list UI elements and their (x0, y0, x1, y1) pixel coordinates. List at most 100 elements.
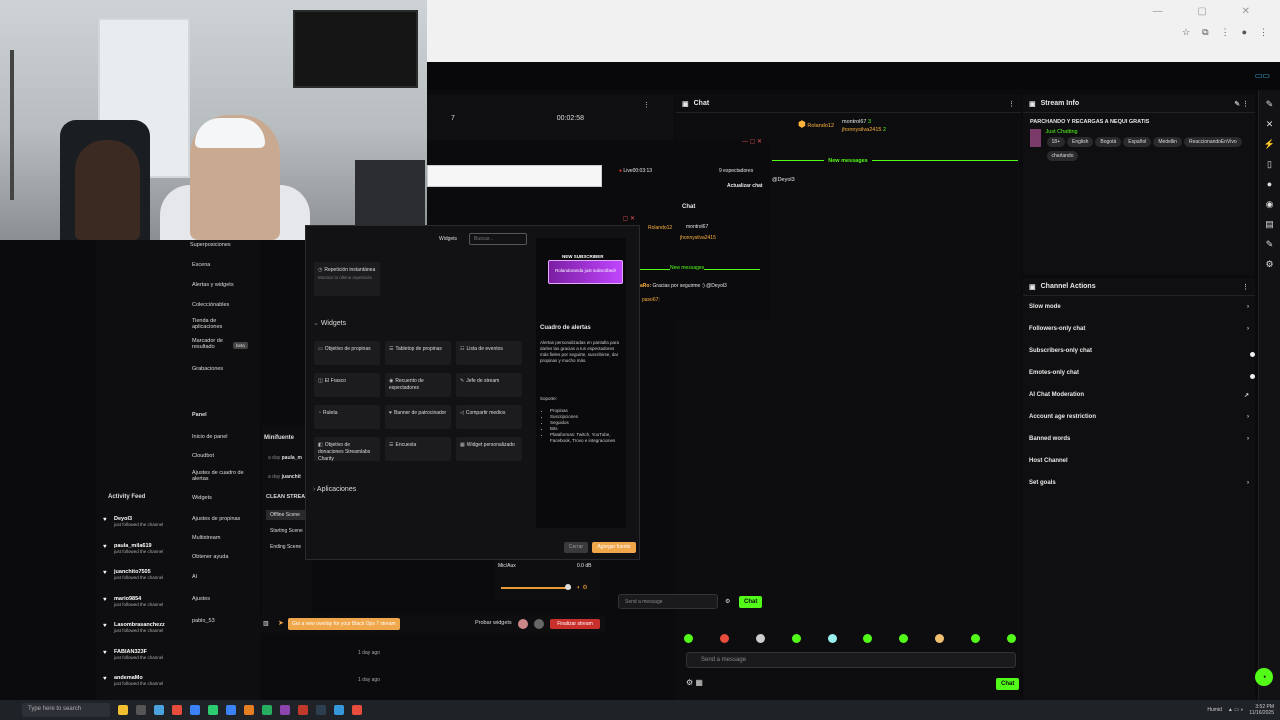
widget-item[interactable]: ◉ Recuento de espectadores (385, 373, 451, 397)
channel-action-row[interactable]: Subscribers-only chat (1023, 340, 1255, 362)
emote-icon[interactable] (899, 634, 909, 643)
chat-send-button[interactable]: Chat (996, 678, 1020, 690)
activity-item[interactable]: ♥ andemaMo just followed the channel (103, 675, 163, 686)
taskbar-app-icon[interactable] (172, 705, 182, 715)
test-widgets-button[interactable]: Probar widgets (475, 620, 512, 626)
tag[interactable]: English (1067, 137, 1094, 147)
emote-icon[interactable] (1006, 634, 1016, 643)
chat-menu-icon[interactable]: ⋮ (1008, 100, 1015, 108)
tag[interactable]: ReaccionandoEnVivo (1183, 137, 1242, 147)
widget-item[interactable]: ◔ Ruleta (314, 405, 380, 429)
channel-action-row[interactable]: AI Chat Moderation ↗ (1023, 384, 1255, 406)
apps-section-title[interactable]: › Aplicaciones (313, 486, 356, 493)
taskbar-app-icon[interactable] (208, 705, 218, 715)
external-link-icon[interactable]: ↗ (1244, 392, 1249, 399)
tag[interactable]: charlando (1046, 151, 1079, 161)
widget-item[interactable]: ♥ Banner de patrocinador (385, 405, 451, 429)
chevron-right-icon[interactable]: › (1247, 414, 1249, 420)
nav-inicio-panel[interactable]: Inicio de panel (192, 434, 227, 440)
taskbar-app-icon[interactable] (136, 705, 146, 715)
close-icon[interactable]: ✕ (1264, 118, 1276, 130)
chevron-right-icon[interactable]: › (1247, 304, 1249, 310)
activity-item[interactable]: ♥ Deyol3 just followed the channel (103, 516, 163, 527)
widget-item[interactable]: ◧ Objetivo de donaciones Streamlabs Chari… (314, 437, 380, 462)
taskbar-app-icon[interactable] (154, 705, 164, 715)
chat-user[interactable]: Rolando12 (807, 123, 834, 129)
taskbar-app-icon[interactable] (262, 705, 272, 715)
nav-ayuda[interactable]: Obtener ayuda (192, 554, 228, 560)
nav-widgets[interactable]: Widgets (192, 495, 212, 501)
mini-window-controls[interactable]: — ▢ ✕ (742, 138, 762, 145)
emote-icon[interactable] (719, 634, 729, 643)
nav-multistream[interactable]: Multistream (192, 535, 220, 541)
stats-menu-icon[interactable]: ⋮ (643, 101, 650, 109)
nav-alertas[interactable]: Alertas y widgets (192, 282, 234, 288)
modal-tab-widgets[interactable]: Widgets (439, 236, 457, 242)
tool-icon[interactable]: ✎ (1264, 238, 1276, 250)
taskbar-app-icon[interactable] (118, 705, 128, 715)
modal-search-input[interactable]: Buscar... (469, 233, 527, 245)
mini-chat-user[interactable]: montrol67 (686, 224, 708, 230)
channel-action-row[interactable]: Set goals › (1023, 472, 1255, 494)
nav-marcador[interactable]: Marcador de resultado (192, 338, 232, 350)
channel-action-row[interactable]: Banned words › (1023, 428, 1255, 450)
channel-action-row[interactable]: Host Channel (1023, 450, 1255, 472)
nav-escena[interactable]: Escena (192, 262, 210, 268)
screen-icon[interactable]: ▤ (1264, 218, 1276, 230)
profile-icon[interactable]: ● (1242, 27, 1247, 38)
widget-item[interactable]: ▦ Widget personalizado (456, 437, 522, 461)
bottom-tools-icon[interactable]: ▥ (263, 620, 269, 627)
window-controls[interactable]: — ▢ ✕ (1153, 6, 1266, 17)
taskbar-app-icon[interactable] (334, 705, 344, 715)
taskbar-app-icon[interactable] (226, 705, 236, 715)
mini-chat-settings-icon[interactable]: ⚙ (725, 598, 730, 605)
nav-panel[interactable]: Panel (192, 412, 207, 418)
mini-chat-send-button[interactable]: Chat (739, 596, 763, 608)
channel-action-row[interactable]: Account age restriction › (1023, 406, 1255, 428)
edit-icon[interactable]: ✎ ⋮ (1234, 100, 1249, 108)
nav-cloudbot[interactable]: Cloudbot (192, 453, 214, 459)
nav-user[interactable]: pablo_53 (192, 618, 215, 624)
tag[interactable]: Medellin (1153, 137, 1182, 147)
nav-grabaciones[interactable]: Grabaciones (192, 366, 223, 372)
nav-ajustes-alertas[interactable]: Ajustes de cuadro de alertas (192, 470, 246, 482)
activity-item[interactable]: ♥ FABIAN323F just followed the channel (103, 649, 163, 660)
widget-item[interactable]: ▭ Objetivo de propinas (314, 341, 380, 365)
channel-action-row[interactable]: Emotes-only chat (1023, 362, 1255, 384)
volume-slider[interactable] (501, 587, 571, 589)
mini-send-input[interactable]: Send a message (618, 594, 718, 609)
activity-item[interactable]: ♥ juanchito7505 just followed the channel (103, 569, 163, 580)
emote-icon[interactable] (863, 634, 873, 643)
tag[interactable]: 18+ (1046, 137, 1065, 147)
taskbar-app-icon[interactable] (298, 705, 308, 715)
channel-action-row[interactable]: Followers-only chat › (1023, 318, 1255, 340)
more-icon[interactable]: ⋮ (1259, 27, 1268, 38)
widget-item[interactable]: ✎ Jefe de stream (456, 373, 522, 397)
nav-ajustes-propinas[interactable]: Ajustes de propinas (192, 516, 240, 522)
widget-item[interactable]: ☰ Encuesta (385, 437, 451, 461)
chevron-right-icon[interactable]: › (1247, 480, 1249, 486)
add-source-button[interactable]: Agregar fuente (592, 542, 636, 553)
actions-menu-icon[interactable]: ⋮ (1242, 283, 1249, 291)
scene-starting[interactable]: Starting Scene (270, 528, 303, 534)
taskbar-app-icon[interactable] (190, 705, 200, 715)
widget-item[interactable]: ☷ Lista de eventos (456, 341, 522, 365)
record-icon[interactable] (534, 619, 544, 629)
mini-chat-user[interactable]: jhonnysilva2415 (680, 235, 716, 241)
broadcast-icon[interactable]: ◉ (1264, 198, 1276, 210)
nav-coleccionables[interactable]: Colecciónables (192, 302, 229, 308)
mic-settings-icon[interactable]: ◐ ⚙ (577, 584, 588, 591)
taskbar-app-icon[interactable] (280, 705, 290, 715)
promo-banner[interactable]: Get a new overlay for your Black Ops 7 s… (288, 618, 400, 630)
tag[interactable]: Español (1123, 137, 1152, 147)
emote-icon[interactable] (755, 634, 765, 643)
activity-item[interactable]: ♥ Lasombrasanchezz just followed the chann… (103, 622, 165, 633)
chat-user[interactable]: montrol67 (842, 119, 866, 125)
emote-icon[interactable] (791, 634, 801, 643)
star-icon[interactable]: ☆ (1182, 27, 1190, 38)
channel-action-row[interactable]: Slow mode › (1023, 296, 1255, 318)
widget-item[interactable]: ☰ Tabletop de propinas (385, 341, 451, 365)
scene-ending[interactable]: Ending Scene (270, 544, 301, 550)
tag[interactable]: Bogotá (1095, 137, 1122, 147)
emote-icon[interactable] (971, 634, 980, 643)
